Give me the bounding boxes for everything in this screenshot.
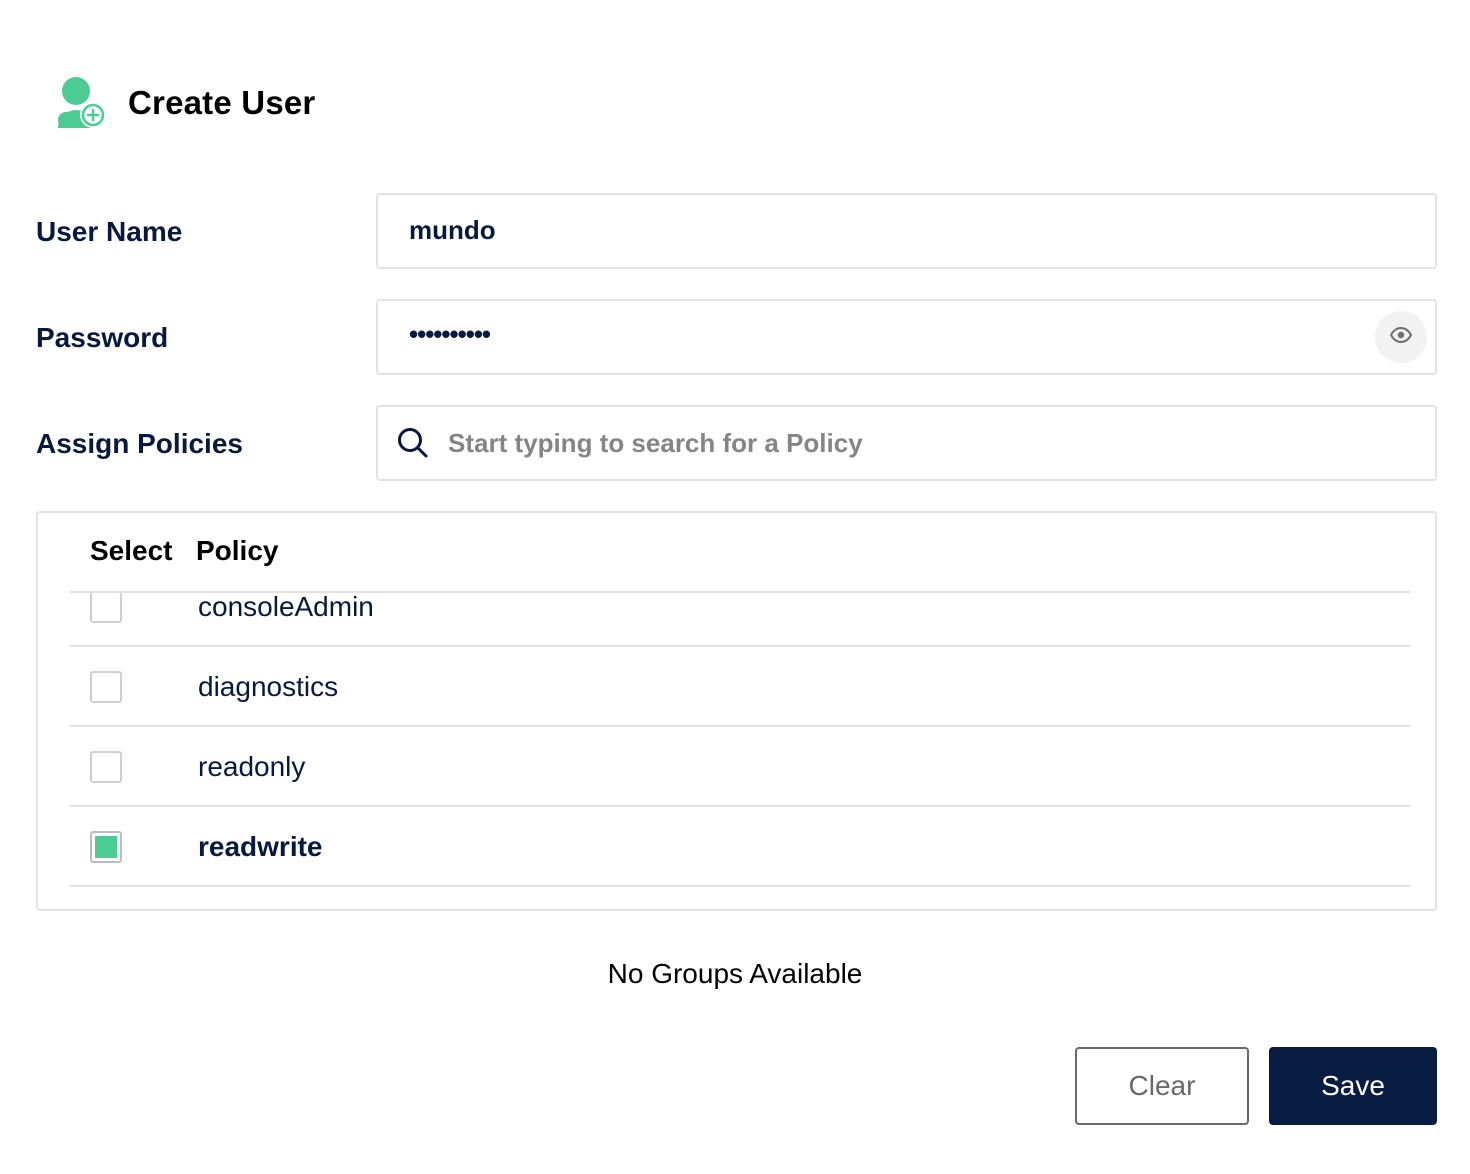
policy-table: Select Policy consoleAdmin diagnostics r…: [36, 511, 1437, 911]
username-field[interactable]: mundo: [376, 193, 1437, 269]
assign-policies-label: Assign Policies: [36, 428, 243, 459]
password-label: Password: [36, 322, 169, 353]
policy-checkbox[interactable]: [90, 671, 122, 703]
clear-button[interactable]: Clear: [1075, 1047, 1249, 1125]
table-row[interactable]: diagnostics: [70, 647, 1410, 727]
policy-rows[interactable]: consoleAdmin diagnostics readonly readwr…: [70, 593, 1410, 909]
eye-icon: [1389, 326, 1413, 348]
page-title: Create User: [128, 84, 316, 121]
username-label: User Name: [36, 216, 183, 247]
column-header-select[interactable]: Select: [90, 535, 173, 567]
no-groups-message: No Groups Available: [607, 958, 863, 989]
page-header: [56, 76, 108, 132]
password-value[interactable]: ••••••••••: [409, 319, 491, 350]
policy-search-input[interactable]: [448, 421, 1388, 465]
policy-name: readonly: [198, 751, 306, 782]
save-button[interactable]: Save: [1269, 1047, 1437, 1125]
password-field[interactable]: ••••••••••: [376, 299, 1437, 375]
username-value[interactable]: mundo: [409, 215, 496, 246]
show-password-button[interactable]: [1375, 311, 1427, 363]
user-add-icon: [56, 76, 108, 132]
policy-name: diagnostics: [198, 671, 339, 702]
table-row[interactable]: readwrite: [70, 807, 1410, 887]
policy-checkbox-checked[interactable]: [90, 831, 122, 863]
policy-name: consoleAdmin: [198, 593, 374, 622]
policy-checkbox[interactable]: [90, 751, 122, 783]
search-icon: [396, 426, 430, 460]
policy-checkbox[interactable]: [90, 593, 122, 623]
table-row[interactable]: readonly: [70, 727, 1410, 807]
table-row[interactable]: consoleAdmin: [70, 593, 1410, 647]
column-header-policy[interactable]: Policy: [196, 535, 278, 567]
create-user-page: Create User User Name mundo Password •••…: [0, 0, 1470, 1174]
policy-search-field[interactable]: [376, 405, 1437, 481]
policy-name: readwrite: [198, 831, 323, 862]
